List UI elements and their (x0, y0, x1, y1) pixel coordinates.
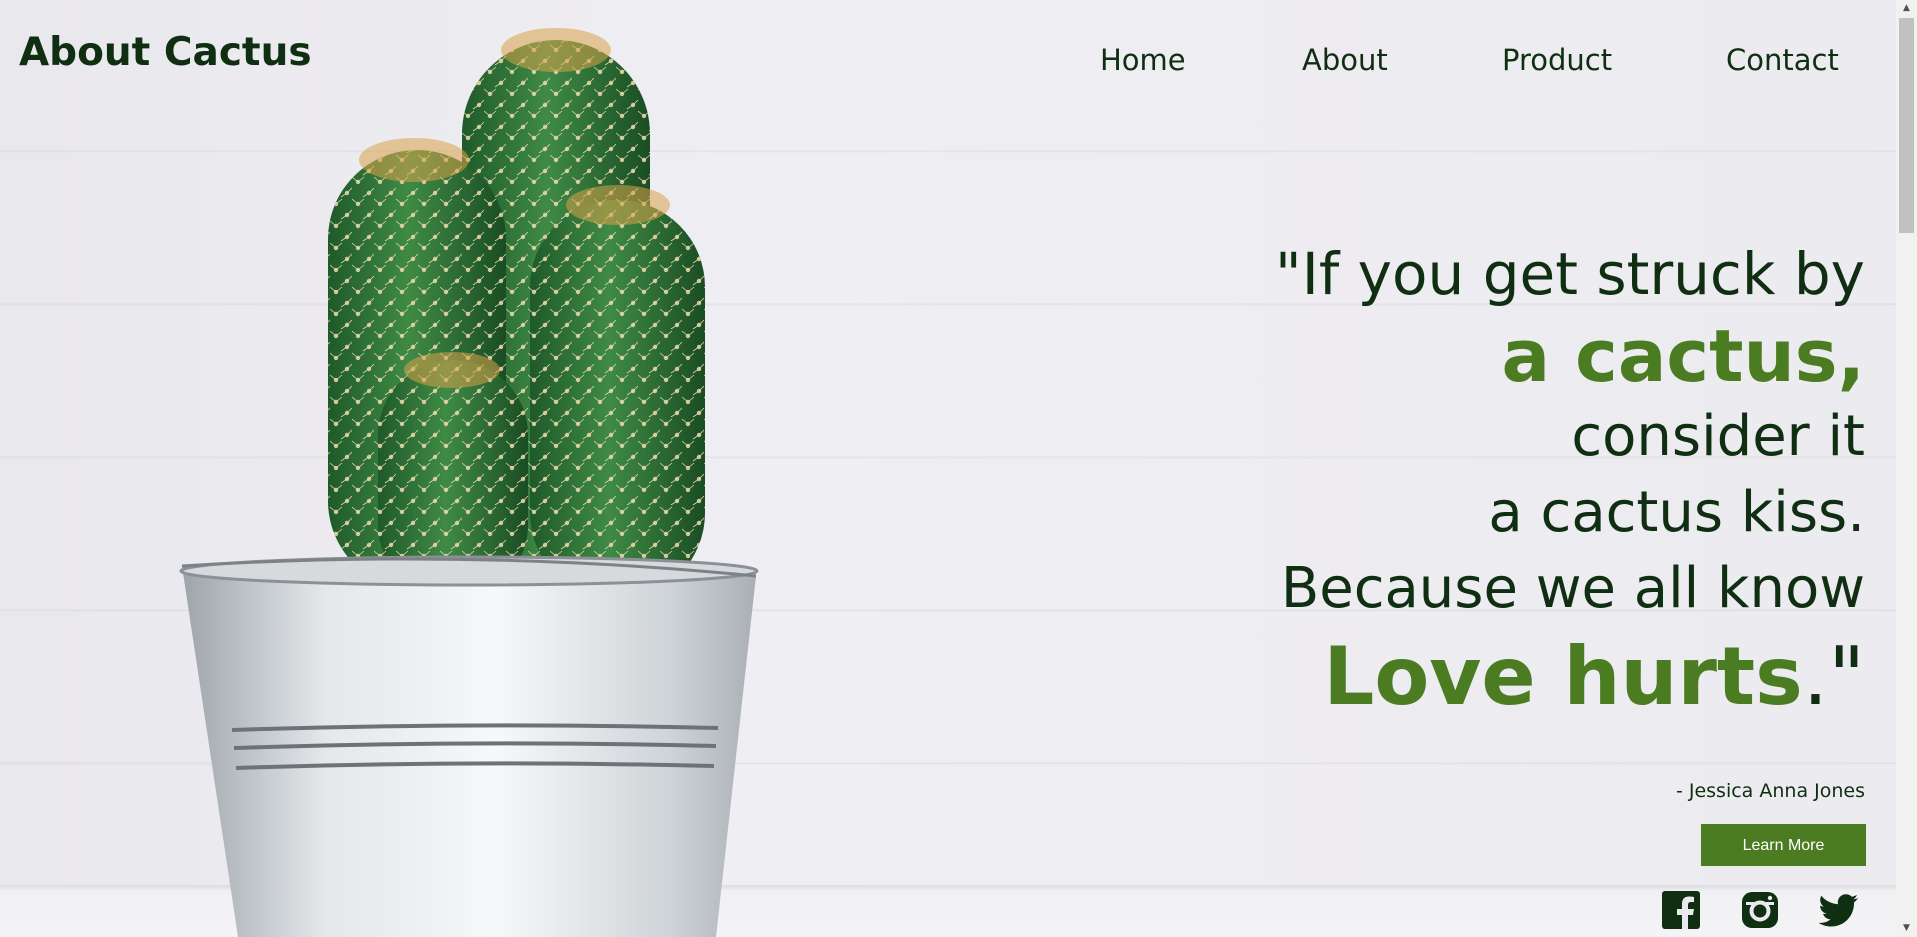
nav-home[interactable]: Home (1100, 43, 1186, 77)
quote-line-2: a cactus, (1501, 314, 1865, 398)
quote-author: - Jessica Anna Jones (1675, 780, 1865, 802)
main-nav: Home About Product Contact (0, 43, 1896, 83)
instagram-icon[interactable] (1740, 890, 1780, 930)
facebook-icon[interactable] (1661, 890, 1701, 930)
hero-quote: "If you get struck by a cactus, consider… (1275, 235, 1865, 727)
learn-more-button[interactable]: Learn More (1701, 824, 1866, 866)
quote-end: ." (1802, 630, 1865, 723)
twitter-icon[interactable] (1819, 890, 1859, 930)
scroll-down-icon[interactable]: ▼ (1896, 920, 1917, 937)
quote-line-4: a cactus kiss. (1488, 480, 1865, 545)
scroll-up-icon[interactable]: ▲ (1896, 0, 1917, 17)
nav-product[interactable]: Product (1502, 43, 1612, 77)
cactus-pot-image (179, 28, 759, 937)
quote-line-1: "If you get struck by (1275, 240, 1865, 308)
nav-contact[interactable]: Contact (1726, 43, 1839, 77)
quote-emphasis: Love hurts (1323, 630, 1803, 723)
nav-about[interactable]: About (1302, 43, 1388, 77)
social-links (0, 890, 1896, 930)
quote-line-6: Love hurts." (1275, 627, 1865, 727)
scrollbar[interactable]: ▲ ▼ (1896, 0, 1917, 937)
quote-line-5: Because we all know (1280, 556, 1865, 621)
quote-line-3: consider it (1571, 404, 1865, 469)
scroll-thumb[interactable] (1899, 18, 1914, 233)
